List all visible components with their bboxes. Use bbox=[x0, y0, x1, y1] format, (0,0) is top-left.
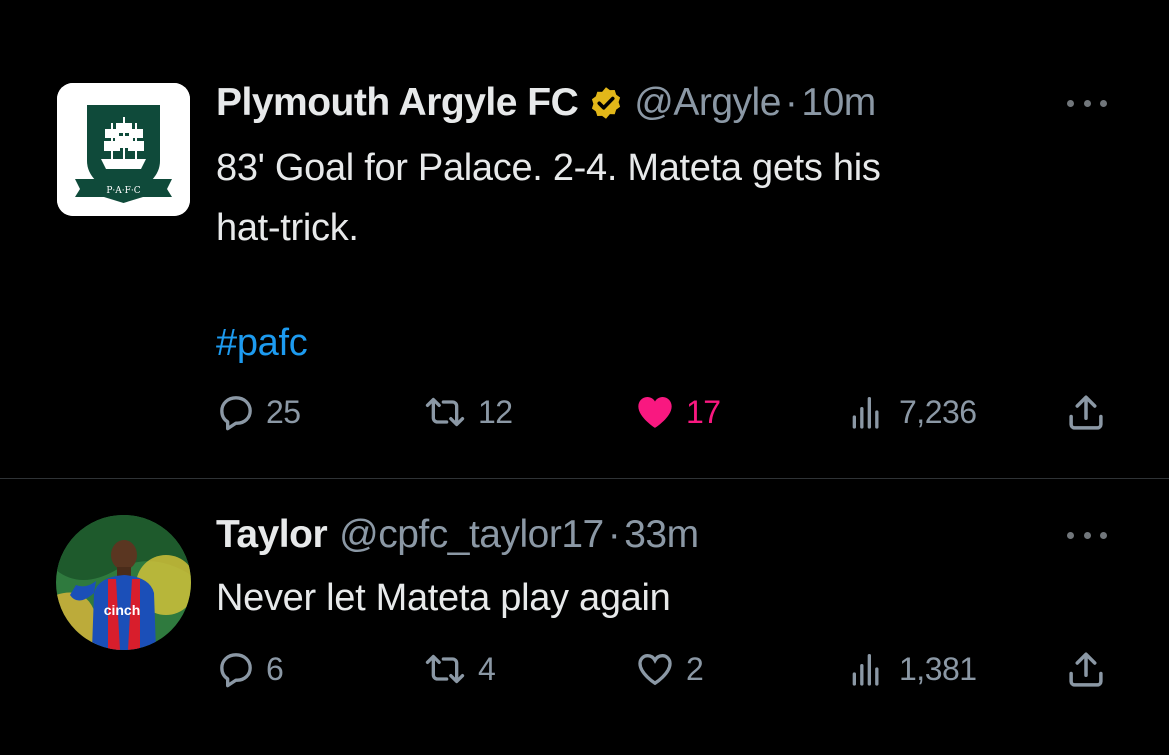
views-button[interactable]: 7,236 bbox=[843, 392, 977, 432]
reply-icon bbox=[220, 396, 252, 431]
shirt-sponsor-text: cinch bbox=[104, 602, 141, 618]
view-count: 1,381 bbox=[899, 650, 977, 687]
separator: · bbox=[607, 513, 621, 556]
heart-outline-icon bbox=[638, 653, 672, 686]
like-count: 17 bbox=[686, 393, 721, 430]
separator: · bbox=[784, 81, 798, 124]
crest-banner-text: P·A·F·C bbox=[106, 186, 140, 196]
user-handle[interactable]: @Argyle bbox=[634, 80, 781, 126]
like-button[interactable]: 2 bbox=[634, 649, 704, 689]
more-options-icon[interactable] bbox=[1067, 98, 1107, 108]
tweet[interactable]: P·A·F·C Plymouth Argyle FC @Argyle · 10m… bbox=[0, 0, 1169, 478]
user-handle[interactable]: @cpfc_taylor17 bbox=[339, 512, 604, 558]
tweet-header: Taylor @cpfc_taylor17 · 33m bbox=[216, 512, 699, 558]
tweet-text: 83' Goal for Palace. 2-4. Mateta gets hi… bbox=[216, 147, 881, 189]
display-name[interactable]: Taylor bbox=[216, 512, 328, 558]
timestamp[interactable]: 10m bbox=[801, 80, 876, 126]
share-icon bbox=[1069, 395, 1103, 430]
share-icon bbox=[1069, 652, 1103, 687]
avatar[interactable]: P·A·F·C bbox=[57, 83, 190, 216]
analytics-icon bbox=[852, 654, 879, 686]
pafc-crest-icon: P·A·F·C bbox=[57, 83, 190, 216]
verified-badge-icon bbox=[592, 87, 621, 119]
profile-photo-icon: cinch bbox=[56, 515, 191, 650]
views-button[interactable]: 1,381 bbox=[843, 649, 977, 689]
tweet-actions: 6 4 2 1,381 bbox=[0, 649, 1169, 699]
analytics-icon bbox=[852, 397, 879, 429]
view-count: 7,236 bbox=[899, 393, 977, 430]
tweet[interactable]: cinch Taylor @cpfc_taylor17 · 33m Never … bbox=[0, 479, 1169, 755]
heart-filled-icon bbox=[638, 397, 672, 428]
reply-count: 6 bbox=[266, 650, 284, 687]
hashtag-link[interactable]: #pafc bbox=[216, 313, 1096, 373]
tweet-text: Never let Mateta play again bbox=[216, 577, 671, 619]
retweet-button[interactable]: 12 bbox=[422, 392, 513, 432]
tweet-text: hat-trick. bbox=[216, 207, 359, 249]
avatar[interactable]: cinch bbox=[56, 515, 191, 650]
share-button[interactable] bbox=[1065, 649, 1107, 691]
like-count: 2 bbox=[686, 650, 704, 687]
reply-button[interactable]: 6 bbox=[216, 649, 284, 689]
display-name[interactable]: Plymouth Argyle FC bbox=[216, 80, 579, 126]
tweet-header: Plymouth Argyle FC @Argyle · 10m bbox=[216, 80, 876, 126]
retweet-button[interactable]: 4 bbox=[422, 649, 496, 689]
retweet-icon bbox=[425, 654, 465, 684]
more-options-icon[interactable] bbox=[1067, 530, 1107, 540]
reply-count: 25 bbox=[266, 393, 301, 430]
reply-button[interactable]: 25 bbox=[216, 392, 301, 432]
like-button[interactable]: 17 bbox=[634, 392, 721, 432]
tweet-actions: 25 12 17 7,236 bbox=[0, 392, 1169, 442]
reply-icon bbox=[220, 653, 252, 688]
retweet-count: 4 bbox=[478, 650, 496, 687]
retweet-count: 12 bbox=[478, 393, 513, 430]
retweet-icon bbox=[425, 397, 465, 427]
timestamp[interactable]: 33m bbox=[624, 512, 699, 558]
share-button[interactable] bbox=[1065, 392, 1107, 434]
